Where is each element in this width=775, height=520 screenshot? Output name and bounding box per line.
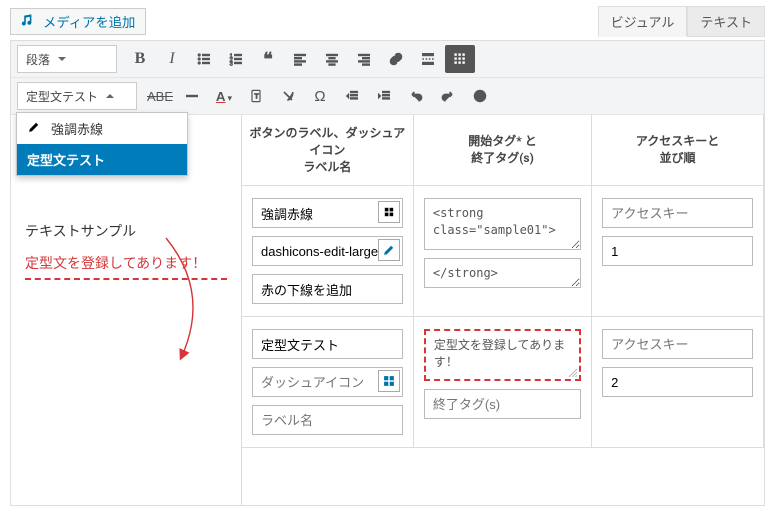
formats-menu-item-emphasis[interactable]: 強調赤線 <box>17 113 187 144</box>
formats-select[interactable]: 定型文テスト <box>17 82 137 110</box>
link-button[interactable] <box>381 45 411 73</box>
numbered-list-button[interactable]: 123 <box>221 45 251 73</box>
svg-text:T: T <box>254 91 259 100</box>
block-format-select[interactable]: 段落 <box>17 45 117 73</box>
caret-down-icon <box>58 57 66 61</box>
paste-text-button[interactable]: T <box>241 82 271 110</box>
textcolor-button[interactable]: A▾ <box>209 82 239 110</box>
labelname-input[interactable] <box>252 274 403 304</box>
open-tag-textarea[interactable]: 定型文を登録してあります！ <box>424 329 581 381</box>
quote-button[interactable]: ❝ <box>253 45 283 73</box>
undo-button[interactable] <box>401 82 431 110</box>
accesskey-input[interactable] <box>602 329 753 359</box>
sample-paragraph-2: 定型文を登録してあります！ <box>25 253 227 279</box>
hr-button[interactable] <box>177 82 207 110</box>
order-input[interactable] <box>602 367 753 397</box>
add-media-label: メディアを追加 <box>43 12 135 31</box>
svg-text:3: 3 <box>230 61 233 67</box>
col-header-access: アクセスキーと 並び順 <box>592 115 764 186</box>
close-tag-input[interactable] <box>424 389 581 419</box>
formats-menu-dropdown: 強調赤線 定型文テスト <box>16 112 188 176</box>
formats-menu-item-fixed[interactable]: 定型文テスト <box>17 144 187 175</box>
icon-picker-button[interactable] <box>378 239 400 261</box>
add-media-button[interactable]: メディアを追加 <box>10 8 146 35</box>
table-row: 定型文を登録してあります！ <box>242 317 764 448</box>
labelname-input[interactable] <box>252 405 403 435</box>
close-tag-textarea[interactable]: </strong> <box>424 258 581 288</box>
caret-up-icon <box>106 94 114 98</box>
tab-text[interactable]: テキスト <box>687 6 765 37</box>
outdent-button[interactable] <box>337 82 367 110</box>
resize-icon <box>569 369 577 377</box>
toolbar-row-2: 定型文テスト ABE A▾ T Ω 強調赤線 定型文テスト <box>11 78 764 115</box>
read-more-button[interactable] <box>413 45 443 73</box>
table-row: <strong class="sample01"> </strong> <box>242 186 764 317</box>
tab-visual[interactable]: ビジュアル <box>598 6 688 37</box>
icon-picker-button[interactable] <box>378 201 400 223</box>
indent-button[interactable] <box>369 82 399 110</box>
help-button[interactable] <box>465 82 495 110</box>
editor-box: 段落 B I 123 ❝ 定型文テスト ABE A▾ T <box>10 40 765 506</box>
strikethrough-button[interactable]: ABE <box>145 82 175 110</box>
bold-button[interactable]: B <box>125 45 155 73</box>
col-header-tags: 開始タグ* と 終了タグ(s) <box>413 115 591 186</box>
pencil-icon <box>27 120 41 138</box>
open-tag-textarea[interactable]: <strong class="sample01"> <box>424 198 581 250</box>
align-center-button[interactable] <box>317 45 347 73</box>
special-char-button[interactable]: Ω <box>305 82 335 110</box>
icon-picker-button[interactable] <box>378 370 400 392</box>
align-left-button[interactable] <box>285 45 315 73</box>
bulleted-list-button[interactable] <box>189 45 219 73</box>
redo-button[interactable] <box>433 82 463 110</box>
kitchen-sink-button[interactable] <box>445 45 475 73</box>
quicktags-settings-table: ボタンのラベル、ダッシュアイコン ラベル名 開始タグ* と 終了タグ(s) アク… <box>241 115 764 505</box>
clear-format-button[interactable] <box>273 82 303 110</box>
accesskey-input[interactable] <box>602 198 753 228</box>
italic-button[interactable]: I <box>157 45 187 73</box>
align-right-button[interactable] <box>349 45 379 73</box>
label-input[interactable] <box>252 329 403 359</box>
music-icon <box>21 12 37 31</box>
sample-paragraph-1: テキストサンプル <box>25 221 227 243</box>
order-input[interactable] <box>602 236 753 266</box>
col-header-label: ボタンのラベル、ダッシュアイコン ラベル名 <box>242 115 413 186</box>
toolbar-row-1: 段落 B I 123 ❝ <box>11 41 764 78</box>
